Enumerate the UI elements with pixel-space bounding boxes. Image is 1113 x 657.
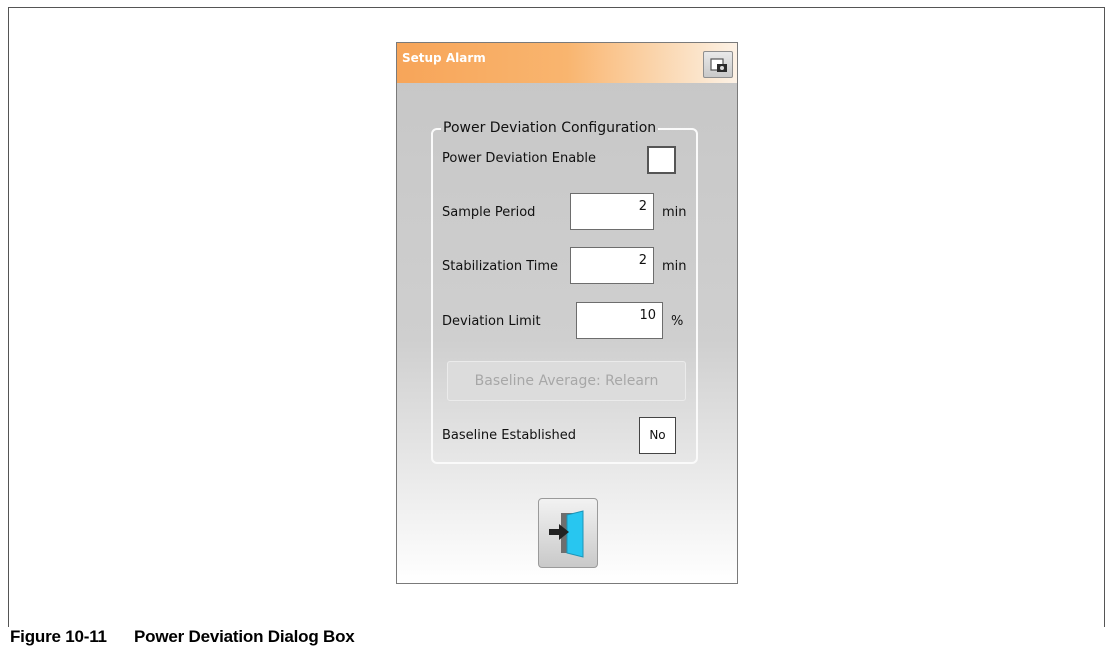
power-deviation-enable-checkbox[interactable] [647, 146, 676, 174]
stabilization-time-unit: min [662, 259, 687, 274]
stabilization-time-input[interactable]: 2 [570, 247, 654, 284]
figure-title: Power Deviation Dialog Box [134, 627, 355, 646]
screenshot-button[interactable] [703, 51, 733, 78]
baseline-established-label: Baseline Established [442, 428, 577, 443]
dialog-title: Setup Alarm [402, 51, 486, 65]
setup-alarm-dialog: Setup Alarm Power Deviation Configuratio… [396, 42, 738, 584]
deviation-limit-input[interactable]: 10 [576, 302, 663, 339]
figure-number: Figure 10-11 [10, 627, 107, 646]
exit-door-icon [549, 510, 584, 558]
deviation-limit-unit: % [671, 314, 684, 329]
stabilization-time-label: Stabilization Time [442, 259, 559, 274]
figure-caption: Figure 10-11 Power Deviation Dialog Box [10, 627, 355, 647]
power-deviation-group [431, 128, 698, 464]
camera-icon [710, 58, 727, 72]
sample-period-input[interactable]: 2 [570, 193, 654, 230]
deviation-limit-label: Deviation Limit [442, 314, 541, 329]
title-bar: Setup Alarm [397, 43, 737, 83]
baseline-relearn-button[interactable]: Baseline Average: Relearn [447, 361, 686, 401]
sample-period-label: Sample Period [442, 205, 536, 220]
group-title: Power Deviation Configuration [441, 120, 659, 136]
baseline-established-value: No [639, 417, 676, 454]
enable-label: Power Deviation Enable [442, 151, 597, 166]
sample-period-unit: min [662, 205, 687, 220]
exit-button[interactable] [538, 498, 598, 568]
